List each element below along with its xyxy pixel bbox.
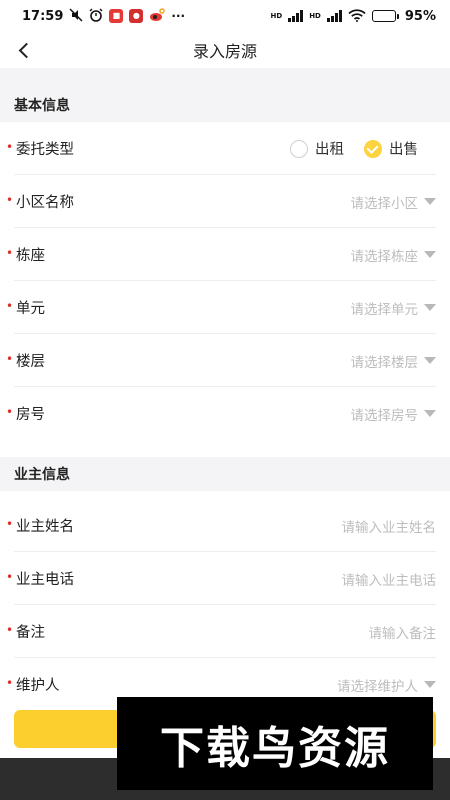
building-label: 栋座	[16, 248, 45, 264]
owner-name-label: 业主姓名	[16, 519, 74, 535]
radio-sale[interactable]: 出售	[364, 138, 418, 159]
news-app-icon: ●	[129, 9, 144, 23]
building-placeholder: 请选择栋座	[350, 248, 419, 265]
floor-row[interactable]: • 楼层 请选择楼层	[0, 334, 450, 387]
owner-phone-label: 业主电话	[16, 572, 74, 588]
caret-down-icon	[424, 251, 436, 258]
building-row[interactable]: • 栋座 请选择栋座	[0, 228, 450, 281]
signal-icon-2	[326, 10, 342, 22]
watermark-text: 下载鸟资源	[160, 722, 390, 774]
caret-down-icon	[424, 681, 436, 688]
remark-placeholder: 请输入备注	[368, 625, 437, 642]
community-select[interactable]: 请选择小区	[350, 192, 436, 212]
section-basic-info: 基本信息	[0, 88, 450, 122]
remark-row[interactable]: • 备注 请输入备注	[0, 605, 450, 658]
required-marker: •	[6, 675, 14, 690]
caret-down-icon	[424, 357, 436, 364]
more-icon: ···	[171, 9, 186, 23]
owner-phone-input[interactable]: 请输入业主电话	[342, 569, 437, 589]
back-button[interactable]	[10, 36, 38, 64]
floor-placeholder: 请选择楼层	[350, 354, 419, 371]
hd-label-1: HD	[270, 12, 283, 20]
required-marker: •	[6, 298, 14, 313]
status-left: 17:59 ■ ● ···	[22, 8, 185, 24]
alarm-icon	[89, 8, 103, 24]
entrust-type-radio-group: 出租 出售	[290, 138, 418, 159]
weibo-icon	[149, 8, 166, 24]
top-spacer	[0, 68, 450, 88]
maintainer-select[interactable]: 请选择维护人	[337, 675, 436, 695]
room-row[interactable]: • 房号 请选择房号	[0, 387, 450, 440]
required-marker: •	[6, 245, 14, 260]
entrust-type-row: • 委托类型 出租 出售	[0, 122, 450, 175]
check-icon	[364, 139, 382, 158]
required-marker: •	[6, 516, 14, 531]
room-placeholder: 请选择房号	[350, 407, 419, 424]
required-marker: •	[6, 139, 14, 154]
app-notification-icon: ■	[109, 9, 124, 23]
community-row[interactable]: • 小区名称 请选择小区	[0, 175, 450, 228]
remark-input[interactable]: 请输入备注	[369, 622, 437, 642]
status-bar: 17:59 ■ ● ··· HD HD 95%	[0, 0, 450, 32]
battery-percent: 95%	[404, 8, 436, 24]
signal-icon-1	[288, 10, 304, 22]
owner-phone-row[interactable]: • 业主电话 请输入业主电话	[0, 552, 450, 605]
unit-select[interactable]: 请选择单元	[350, 298, 436, 318]
status-time: 17:59	[22, 8, 64, 24]
required-marker: •	[6, 622, 14, 637]
owner-phone-placeholder: 请输入业主电话	[341, 572, 437, 589]
owner-name-placeholder: 请输入业主姓名	[341, 519, 437, 536]
unit-label: 单元	[16, 301, 45, 317]
caret-down-icon	[424, 304, 436, 311]
radio-rent[interactable]: 出租	[290, 138, 344, 159]
community-placeholder: 请选择小区	[350, 195, 419, 212]
unit-placeholder: 请选择单元	[350, 301, 419, 318]
required-marker: •	[6, 351, 14, 366]
maintainer-label: 维护人	[16, 678, 60, 694]
maintainer-placeholder: 请选择维护人	[337, 678, 418, 695]
battery-icon	[371, 10, 399, 22]
room-label: 房号	[16, 407, 45, 423]
owner-name-row[interactable]: • 业主姓名 请输入业主姓名	[0, 499, 450, 552]
section-owner-info: 业主信息	[0, 457, 450, 491]
back-arrow-icon	[18, 42, 34, 58]
required-marker: •	[6, 192, 14, 207]
caret-down-icon	[424, 198, 436, 205]
watermark: 下载鸟资源	[117, 697, 433, 790]
floor-label: 楼层	[16, 354, 45, 370]
entrust-type-label: 委托类型	[16, 142, 74, 158]
status-right: HD HD 95%	[271, 9, 436, 24]
floor-select[interactable]: 请选择楼层	[350, 351, 436, 371]
nav-bar: 录入房源	[0, 32, 450, 68]
unit-row[interactable]: • 单元 请选择单元	[0, 281, 450, 334]
radio-unchecked-icon	[290, 139, 308, 158]
radio-sale-label: 出售	[389, 142, 418, 158]
mute-icon	[69, 8, 83, 24]
owner-name-input[interactable]: 请输入业主姓名	[342, 516, 437, 536]
radio-rent-label: 出租	[315, 142, 344, 158]
wifi-icon	[348, 8, 366, 24]
room-select[interactable]: 请选择房号	[350, 404, 436, 424]
required-marker: •	[6, 569, 14, 584]
hd-label-2: HD	[309, 12, 321, 20]
remark-label: 备注	[16, 625, 45, 641]
community-label: 小区名称	[16, 195, 74, 211]
caret-down-icon	[424, 410, 436, 417]
page-title: 录入房源	[192, 42, 257, 61]
building-select[interactable]: 请选择栋座	[350, 245, 436, 265]
required-marker: •	[6, 404, 14, 419]
